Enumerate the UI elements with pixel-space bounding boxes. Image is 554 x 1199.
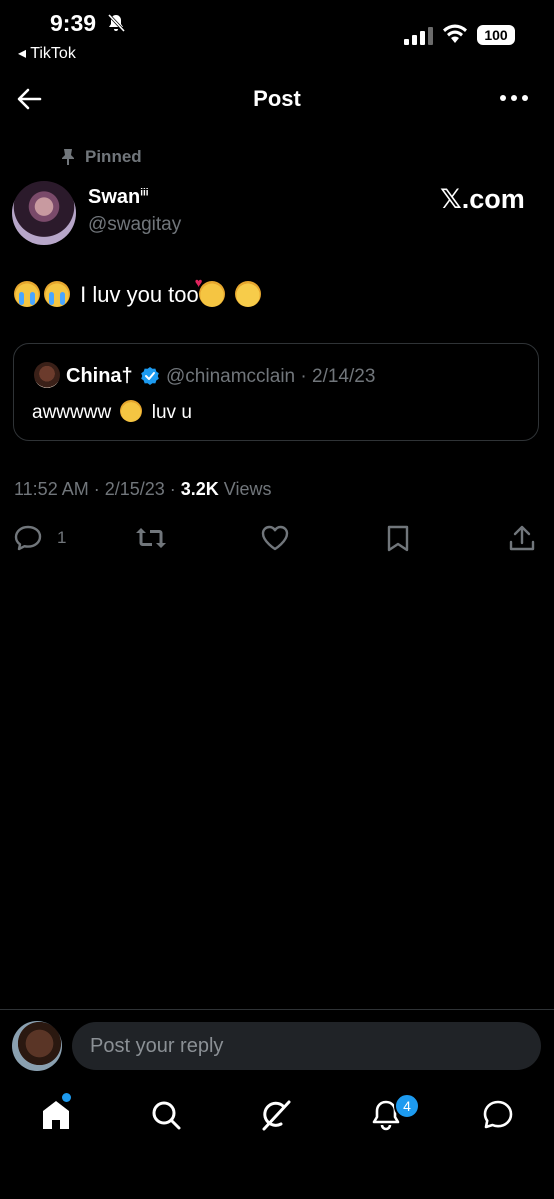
reply-count: 1: [57, 528, 67, 547]
battery-indicator: 100: [477, 25, 515, 45]
wifi-icon: [443, 24, 467, 43]
status-time: 9:39: [50, 10, 126, 37]
quoted-handle-date: @chinamcclain · 2/14/23: [166, 366, 376, 387]
x-com-watermark: 𝕏.com: [440, 184, 525, 214]
author-handle[interactable]: @swagitay: [88, 214, 181, 236]
heart-icon: [261, 525, 289, 551]
bookmark-button[interactable]: [385, 524, 411, 552]
author-avatar[interactable]: [12, 181, 76, 245]
search-icon[interactable]: [148, 1097, 184, 1133]
home-icon[interactable]: [38, 1097, 74, 1133]
current-user-avatar[interactable]: [12, 1021, 62, 1071]
messages-icon[interactable]: [480, 1097, 516, 1133]
pinned-indicator: Pinned: [60, 147, 142, 167]
quoted-author-avatar: [34, 362, 60, 388]
pin-icon: [62, 149, 74, 165]
quoted-author-name: China†: [66, 365, 133, 387]
quoted-post-text: awwwww luv u: [32, 400, 192, 423]
smiling-face-with-hearts-emoji-icon: [195, 275, 225, 307]
loudly-crying-emoji-icon: [14, 281, 40, 307]
pleading-face-emoji-icon: [120, 400, 143, 422]
silent-bell-icon: [108, 13, 126, 33]
like-button[interactable]: [260, 524, 290, 552]
page-title: Post: [253, 86, 301, 111]
repost-button[interactable]: [134, 524, 168, 552]
post-metadata: 11:52 AM · 2/15/23 · 3.2K Views: [14, 479, 272, 499]
share-icon: [509, 525, 535, 551]
home-unread-dot: [62, 1093, 71, 1102]
repost-icon: [136, 528, 166, 548]
share-button[interactable]: [508, 524, 536, 552]
notifications-badge: 4: [394, 1093, 420, 1119]
more-options-icon[interactable]: [498, 86, 530, 110]
author-display-name[interactable]: Swaniii: [88, 186, 149, 209]
composer-divider: [0, 1009, 554, 1010]
bookmark-icon: [387, 525, 409, 552]
quoted-post-card[interactable]: China† @chinamcclain · 2/14/23 awwwww lu…: [13, 343, 539, 441]
pinned-label: Pinned: [85, 147, 142, 166]
views-count: 3.2K: [180, 479, 219, 499]
loudly-crying-emoji-icon: [44, 281, 70, 307]
reply-button[interactable]: 1: [13, 524, 66, 552]
reply-icon: [14, 525, 42, 551]
reply-input[interactable]: [72, 1022, 541, 1070]
post-text: I luv you too: [14, 275, 265, 308]
verified-badge-icon: [141, 367, 159, 385]
smiling-face-emoji-icon: [234, 281, 261, 307]
back-to-app-link[interactable]: ◂ TikTok: [18, 43, 76, 63]
cellular-signal-icon: [404, 27, 433, 45]
grok-icon[interactable]: [258, 1097, 294, 1133]
